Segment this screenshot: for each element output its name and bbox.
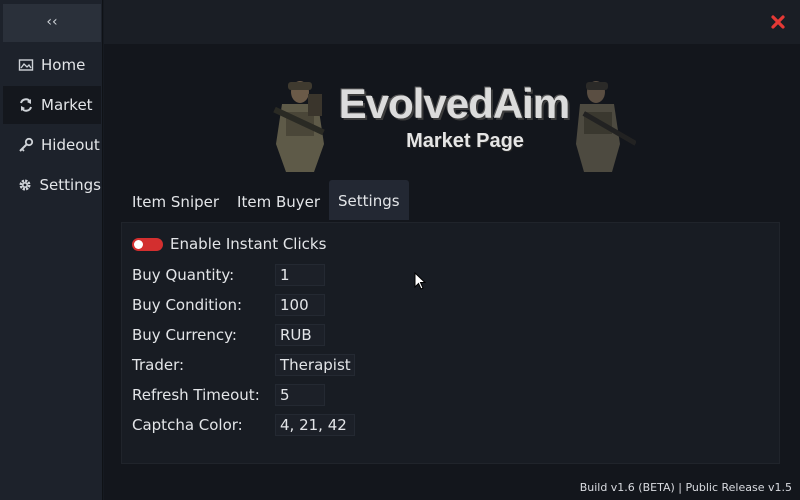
sidebar-item-label: Hideout [41,136,100,154]
app-window: ‹‹ Home Market Hideout Settings EvolvedA… [0,0,800,500]
title-bar [104,0,800,44]
buy-quantity-row: Buy Quantity: 1 [132,263,325,287]
collapse-sidebar-button[interactable]: ‹‹ [3,4,101,42]
buy-currency-row: Buy Currency: RUB [132,323,325,347]
trader-input[interactable]: Therapist [275,354,355,376]
sidebar-item-hideout[interactable]: Hideout [3,126,101,164]
captcha-color-input[interactable]: 4, 21, 42 [275,414,355,436]
toggle-knob [134,239,143,249]
captcha-color-row: Captcha Color: 4, 21, 42 [132,413,355,437]
buy-currency-label: Buy Currency: [132,326,237,344]
market-banner: EvolvedAim Market Page [264,74,644,174]
soldier-left-image [273,81,325,172]
trader-label: Trader: [132,356,185,374]
sidebar-item-home[interactable]: Home [3,46,101,84]
buy-condition-label: Buy Condition: [132,296,243,314]
image-icon [17,56,35,74]
sidebar-item-label: Home [41,56,86,74]
sidebar-item-label: Settings [39,176,101,194]
refresh-icon [17,96,35,114]
captcha-color-label: Captcha Color: [132,416,243,434]
trader-row: Trader: Therapist [132,353,355,377]
sidebar-item-market[interactable]: Market [3,86,101,124]
refresh-timeout-row: Refresh Timeout: 5 [132,383,325,407]
logo-title: EvolvedAim [338,80,570,127]
refresh-timeout-label: Refresh Timeout: [132,386,260,404]
instant-clicks-toggle-row[interactable]: Enable Instant Clicks [132,235,326,253]
close-button[interactable] [770,14,786,30]
market-tabs: Item Sniper Item Buyer Settings [123,180,409,220]
mouse-cursor-icon [414,272,426,290]
instant-clicks-label: Enable Instant Clicks [170,235,327,253]
buy-quantity-label: Buy Quantity: [132,266,235,284]
sidebar-item-label: Market [41,96,93,114]
buy-quantity-input[interactable]: 1 [275,264,325,286]
buy-currency-input[interactable]: RUB [275,324,325,346]
instant-clicks-toggle[interactable] [132,237,163,251]
sidebar-item-settings[interactable]: Settings [3,166,101,204]
soldier-right-image [576,81,636,172]
buy-condition-row: Buy Condition: 100 [132,293,325,317]
sidebar: ‹‹ Home Market Hideout Settings [0,0,103,500]
tab-item-sniper[interactable]: Item Sniper [123,180,228,220]
build-info: Build v1.6 (BETA) | Public Release v1.5 [579,481,792,494]
logo-subtitle: Market Page [406,130,524,152]
sidebar-nav: Home Market Hideout Settings [3,46,101,206]
refresh-timeout-input[interactable]: 5 [275,384,325,406]
key-icon [17,136,35,154]
tab-item-buyer[interactable]: Item Buyer [228,180,329,220]
gear-icon [17,176,33,194]
tab-settings[interactable]: Settings [329,180,409,220]
close-icon [771,15,785,29]
main-content: EvolvedAim Market Page Item Sniper Item … [104,44,800,500]
buy-condition-input[interactable]: 100 [275,294,325,316]
settings-panel: Enable Instant Clicks Buy Quantity: 1 Bu… [121,222,780,464]
